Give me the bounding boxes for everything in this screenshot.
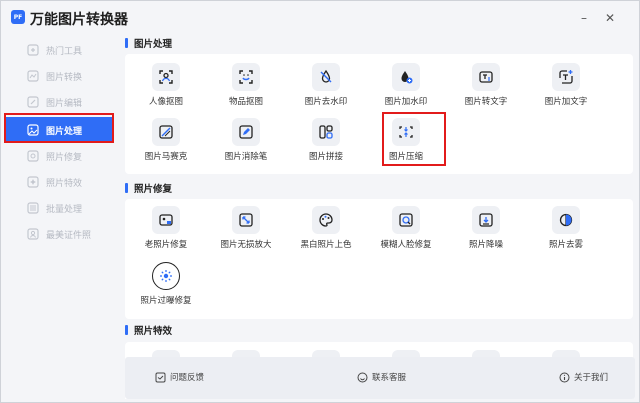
upscale-icon — [232, 206, 260, 234]
tool-label: 照片去雾 — [548, 240, 583, 250]
mosaic-icon — [152, 118, 180, 146]
tool-label: 图片压缩 — [388, 152, 423, 162]
eraser-pen-icon — [232, 118, 260, 146]
tool-label: 图片去水印 — [304, 97, 348, 107]
sidebar-item-repair[interactable]: 照片修复 — [1, 143, 117, 169]
section-title-repair: 照片修复 — [125, 181, 172, 195]
tool-old-photo[interactable]: 老照片修复 — [126, 206, 206, 258]
sidebar-item-label: 热门工具 — [46, 46, 83, 57]
object-cutout-icon — [232, 63, 260, 91]
image-to-text-icon — [472, 63, 500, 91]
stitch-icon — [312, 118, 340, 146]
convert-icon — [26, 70, 39, 83]
about-label: 关于我们 — [574, 373, 609, 383]
tool-portrait-cutout[interactable]: 人像抠图 — [126, 63, 206, 115]
edit-icon — [26, 96, 39, 109]
sidebar-item-convert[interactable]: 图片转换 — [1, 63, 117, 89]
tool-eraser-pen[interactable]: 图片消除笔 — [206, 118, 286, 170]
portrait-cutout-icon — [152, 63, 180, 91]
tool-label: 图片加文字 — [544, 97, 588, 107]
tool-compress[interactable]: 图片压缩 — [366, 118, 446, 170]
sidebar-item-effects[interactable]: 照片特效 — [1, 169, 117, 195]
tool-overexposure[interactable]: 照片过曝修复 — [126, 262, 206, 314]
colorize-icon — [312, 206, 340, 234]
tool-label: 图片转文字 — [464, 97, 508, 107]
sidebar-item-hot-tools[interactable]: 热门工具 — [1, 37, 117, 63]
headset-icon — [357, 372, 368, 383]
tool-mosaic[interactable]: 图片马赛克 — [126, 118, 206, 170]
tool-label: 照片过曝修复 — [140, 296, 192, 306]
tool-label: 图片加水印 — [384, 97, 428, 107]
close-button[interactable]: ✕ — [603, 11, 617, 25]
tool-label: 照片降噪 — [468, 240, 503, 250]
image-process-icon — [26, 124, 39, 137]
tool-stitch[interactable]: 图片拼接 — [286, 118, 366, 170]
process-tools-card: 人像抠图 物品抠图 图片去水印 图片加水印 图片转文字 图片加文字 图片马赛克 … — [125, 54, 633, 174]
sidebar-item-label: 图片编辑 — [46, 98, 83, 109]
tool-label: 图片拼接 — [308, 152, 343, 162]
tool-dehaze[interactable]: 照片去雾 — [526, 206, 606, 258]
add-watermark-icon — [392, 63, 420, 91]
feedback-icon — [155, 372, 166, 383]
tool-label: 图片马赛克 — [144, 152, 188, 162]
tool-image-to-text[interactable]: 图片转文字 — [446, 63, 526, 115]
tool-upscale[interactable]: 图片无损放大 — [206, 206, 286, 258]
main-panel: 图片处理 人像抠图 物品抠图 图片去水印 图片加水印 图片转文字 图片加文字 图… — [119, 29, 635, 399]
tool-colorize[interactable]: 黑白照片上色 — [286, 206, 366, 258]
sidebar-item-id-photo[interactable]: 最美证件照 — [1, 221, 117, 247]
old-photo-icon — [152, 206, 180, 234]
tool-add-watermark[interactable]: 图片加水印 — [366, 63, 446, 115]
face-restore-icon — [392, 206, 420, 234]
sidebar-item-edit[interactable]: 图片编辑 — [1, 89, 117, 115]
tool-add-text[interactable]: 图片加文字 — [526, 63, 606, 115]
sidebar-item-label: 最美证件照 — [46, 230, 92, 241]
tool-label: 人像抠图 — [148, 97, 183, 107]
batch-icon — [26, 202, 39, 215]
tool-label: 老照片修复 — [144, 240, 188, 250]
sidebar-item-label: 照片修复 — [46, 152, 83, 163]
dehaze-icon — [552, 206, 580, 234]
tool-label: 模糊人脸修复 — [380, 240, 432, 250]
tool-label: 图片消除笔 — [224, 152, 268, 162]
about-button[interactable]: 关于我们 — [559, 371, 608, 383]
info-icon — [559, 372, 570, 383]
denoise-icon — [472, 206, 500, 234]
sidebar-item-label: 图片处理 — [46, 126, 83, 137]
remove-watermark-icon — [312, 63, 340, 91]
sidebar-item-batch[interactable]: 批量处理 — [1, 195, 117, 221]
overexposure-icon — [152, 262, 180, 290]
section-title-process: 图片处理 — [125, 36, 172, 50]
sidebar-item-label: 图片转换 — [46, 72, 83, 83]
tool-face-restore[interactable]: 模糊人脸修复 — [366, 206, 446, 258]
feedback-label: 问题反馈 — [170, 373, 205, 383]
compress-icon — [392, 118, 420, 146]
footer-bar: 问题反馈 联系客服 关于我们 — [125, 357, 635, 399]
tool-label: 物品抠图 — [228, 97, 263, 107]
sidebar-item-label: 照片特效 — [46, 178, 83, 189]
add-text-icon — [552, 63, 580, 91]
minimize-button[interactable]: – — [577, 11, 591, 25]
app-logo-icon: PF — [11, 10, 25, 24]
section-title-effects: 照片特效 — [125, 323, 172, 337]
contact-button[interactable]: 联系客服 — [357, 371, 406, 383]
sidebar-item-label: 批量处理 — [46, 204, 83, 215]
sidebar: 热门工具 图片转换 图片编辑 图片处理 照片修复 照片特效 批量处理 最美证件照 — [1, 35, 119, 402]
tool-remove-watermark[interactable]: 图片去水印 — [286, 63, 366, 115]
repair-tools-card: 老照片修复 图片无损放大 黑白照片上色 模糊人脸修复 照片降噪 照片去雾 照片过… — [125, 199, 633, 319]
tool-label: 图片无损放大 — [220, 240, 272, 250]
app-window: PF 万能图片转换器 – ✕ 热门工具 图片转换 图片编辑 图片处理 照片修复 … — [0, 0, 640, 403]
effects-icon — [26, 176, 39, 189]
id-photo-icon — [26, 228, 39, 241]
sidebar-item-image-process[interactable]: 图片处理 — [6, 117, 112, 143]
feedback-button[interactable]: 问题反馈 — [155, 371, 204, 383]
fire-icon — [26, 44, 39, 57]
contact-label: 联系客服 — [372, 373, 407, 383]
app-title: 万能图片转换器 — [30, 12, 128, 28]
tool-object-cutout[interactable]: 物品抠图 — [206, 63, 286, 115]
tool-label: 黑白照片上色 — [300, 240, 352, 250]
tool-denoise[interactable]: 照片降噪 — [446, 206, 526, 258]
repair-icon — [26, 150, 39, 163]
